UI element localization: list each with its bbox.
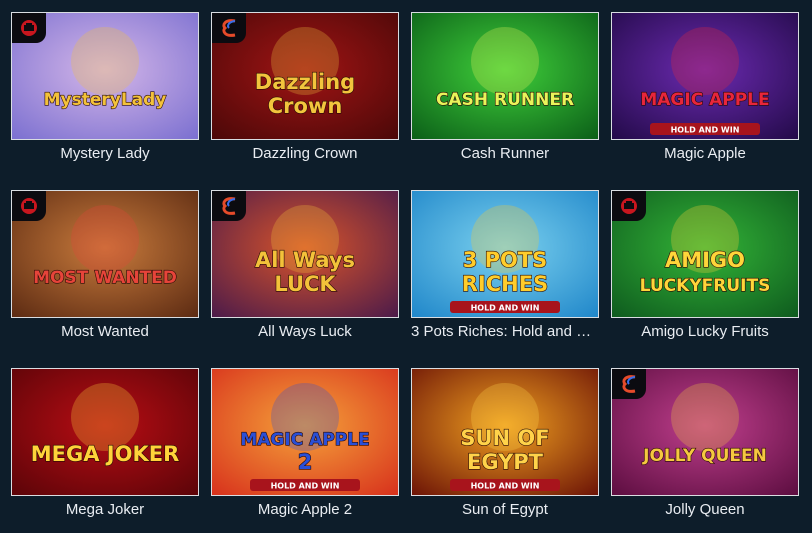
game-artwork: MAGIC APPLE HOLD AND WIN [612,13,798,139]
artwork-emblem [71,383,139,451]
artwork-subtitle: HOLD AND WIN [471,482,540,491]
artwork-logo-text: MAGIC APPLE [640,90,769,110]
game-title[interactable]: Sun of Egypt [411,501,599,519]
artwork-logo-text: RICHES [462,272,548,296]
game-title[interactable]: Magic Apple [611,145,799,163]
game-artwork: 3 POTSRICHES HOLD AND WIN [412,191,598,317]
game-card-cash-runner[interactable]: CASH RUNNER Cash Runner [411,12,599,163]
artwork-emblem [671,27,739,95]
artwork-logo-text: LUCK [274,272,336,296]
artwork-logo-text: 2 [298,450,313,474]
game-card-most-wanted[interactable]: MOST WANTED Most Wanted [11,190,199,341]
game-card-mystery-lady[interactable]: MysteryLady Mystery Lady [11,12,199,163]
game-thumbnail[interactable]: AMIGO LUCKYFRUITS [611,190,799,318]
artwork-logo-text: EGYPT [467,450,544,474]
game-card-amigo-lucky-fruits[interactable]: AMIGO LUCKYFRUITS Amigo Lucky Fruits [611,190,799,341]
game-thumbnail[interactable]: MOST WANTED [11,190,199,318]
artwork-logo-text: MAGIC APPLE [240,430,369,450]
artwork-logo-text: MysteryLady [44,90,167,110]
artwork-subtitle: HOLD AND WIN [471,304,540,313]
game-title[interactable]: Most Wanted [11,323,199,341]
game-thumbnail[interactable]: MysteryLady [11,12,199,140]
game-artwork: MAGIC APPLE2 HOLD AND WIN [212,369,398,495]
game-card-all-ways-luck[interactable]: All Ways LUCK All Ways Luck [211,190,399,341]
game-artwork: SUN OFEGYPT HOLD AND WIN [412,369,598,495]
game-card-dazzling-crown[interactable]: Dazzling Crown Dazzling Crown [211,12,399,163]
game-card-magic-apple-2[interactable]: MAGIC APPLE 2 HOLD AND WIN Magic Apple 2 [211,368,399,519]
game-artwork: MEGA JOKER [12,369,198,495]
artwork-logo-text: All Ways [255,248,355,272]
game-card-mega-joker[interactable]: MEGA JOKER Mega Joker [11,368,199,519]
game-title[interactable]: Mystery Lady [11,145,199,163]
game-thumbnail[interactable]: MAGIC APPLE 2 HOLD AND WIN [211,368,399,496]
game-card-sun-of-egypt[interactable]: SUN OF EGYPT HOLD AND WIN Sun of Egypt [411,368,599,519]
artwork-subtitle: HOLD AND WIN [671,126,740,135]
endorphina-provider-icon [212,13,246,43]
game-title[interactable]: Cash Runner [411,145,599,163]
game-thumbnail[interactable]: JOLLY QUEEN [611,368,799,496]
game-thumbnail[interactable]: 3 POTS RICHES HOLD AND WIN [411,190,599,318]
amigo-provider-icon [12,13,46,43]
artwork-logo-text: SUN OF [460,426,549,450]
game-thumbnail[interactable]: SUN OF EGYPT HOLD AND WIN [411,368,599,496]
amigo-provider-icon [12,191,46,221]
game-thumbnail[interactable]: CASH RUNNER [411,12,599,140]
game-title[interactable]: 3 Pots Riches: Hold and Win [411,323,599,341]
endorphina-provider-icon [212,191,246,221]
artwork-subtitle: HOLD AND WIN [271,482,340,491]
artwork-logo-text: Dazzling [255,70,355,94]
artwork-emblem [471,27,539,95]
artwork-logo-text: MEGA JOKER [31,442,180,466]
game-grid: MysteryLady Mystery Lady Dazzling Crown Dazz… [0,0,812,533]
artwork-emblem [71,27,139,95]
artwork-logo-text: LUCKYFRUITS [640,276,771,296]
game-thumbnail[interactable]: All Ways LUCK [211,190,399,318]
game-title[interactable]: Dazzling Crown [211,145,399,163]
artwork-emblem [71,205,139,273]
game-title[interactable]: Magic Apple 2 [211,501,399,519]
game-thumbnail[interactable]: MEGA JOKER [11,368,199,496]
artwork-logo-text: MOST WANTED [33,268,177,288]
game-title[interactable]: Mega Joker [11,501,199,519]
amigo-provider-icon [612,191,646,221]
game-thumbnail[interactable]: MAGIC APPLE HOLD AND WIN [611,12,799,140]
game-thumbnail[interactable]: Dazzling Crown [211,12,399,140]
game-title[interactable]: Jolly Queen [611,501,799,519]
artwork-logo-text: 3 POTS [463,248,548,272]
game-title[interactable]: All Ways Luck [211,323,399,341]
artwork-logo-text: CASH RUNNER [436,90,574,110]
artwork-emblem [671,383,739,451]
game-artwork: CASH RUNNER [412,13,598,139]
artwork-logo-text: JOLLY QUEEN [642,446,767,466]
artwork-logo-text: Crown [268,94,343,118]
game-card-magic-apple[interactable]: MAGIC APPLE HOLD AND WIN Magic Apple [611,12,799,163]
game-title[interactable]: Amigo Lucky Fruits [611,323,799,341]
game-card-jolly-queen[interactable]: JOLLY QUEEN Jolly Queen [611,368,799,519]
artwork-logo-text: AMIGO [665,248,745,272]
game-card-3-pots-riches-hold-and-win[interactable]: 3 POTS RICHES HOLD AND WIN 3 Pots Riches: H… [411,190,599,341]
endorphina-provider-icon [612,369,646,399]
